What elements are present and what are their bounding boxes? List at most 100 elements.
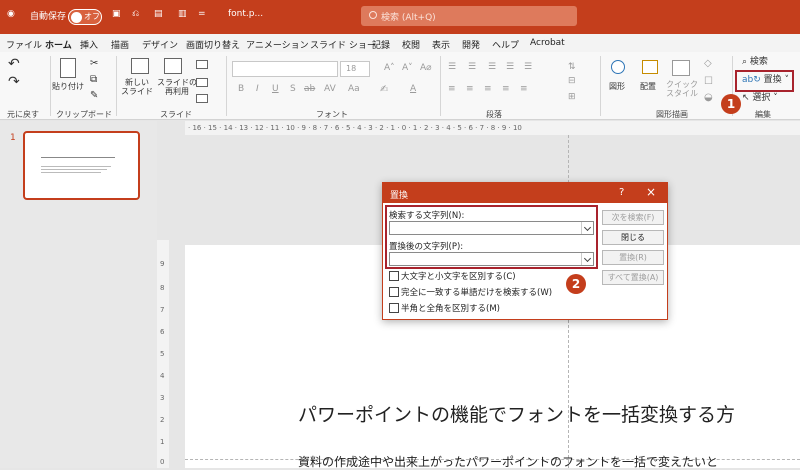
align-right-icon[interactable]: ≡ [484,84,492,94]
select-button[interactable]: ↖ 選択 ˅ [742,93,778,103]
font-name-box[interactable] [232,61,338,77]
match-case-checkbox[interactable]: 大文字と小文字を区別する(C) [389,270,516,282]
text-direction-icon[interactable]: ⇅ [568,62,576,72]
font-group-label: フォント [316,110,348,119]
tab-design[interactable]: デザイン [142,38,178,51]
tab-slideshow[interactable]: スライド ショー [310,38,376,51]
slide-title[interactable]: パワーポイントの機能でフォントを一括変換する方 [298,400,735,427]
clear-format-icon[interactable]: A⌀ [420,63,432,73]
slideshow-icon[interactable]: ▤ [154,9,163,19]
new-slide-button[interactable]: 新しい スライド [121,78,153,96]
quick-styles-button[interactable]: クイック スタイル [666,80,698,98]
help-icon[interactable]: ? [619,187,624,198]
cut-icon[interactable]: ✂ [90,58,98,70]
tab-acrobat[interactable]: Acrobat [530,38,565,48]
columns-icon[interactable]: ≡ [520,84,528,94]
grow-font-icon[interactable]: A˄ [384,63,395,73]
tab-developer[interactable]: 開発 [462,38,480,51]
save-icon[interactable]: ▣ [112,9,121,19]
justify-icon[interactable]: ≡ [502,84,510,94]
close-button[interactable]: 閉じる [602,230,664,245]
align-left-icon[interactable]: ≡ [448,84,456,94]
width-checkbox[interactable]: 半角と全角を区別する(M) [389,302,500,314]
find-icon: ⌕ [742,57,748,67]
reuse-slide-button[interactable]: スライドの 再利用 [157,78,197,96]
drawing-group-label: 図形描画 [656,110,688,119]
shape-fill-icon[interactable]: ◇ [704,58,712,70]
strikethrough-icon[interactable]: ab [304,84,315,94]
smartart-icon[interactable]: ⊞ [568,92,576,102]
font-color-icon[interactable]: A [410,84,416,94]
arrange-button[interactable]: 配置 [640,82,656,91]
line-spacing-icon[interactable]: ☰ [524,62,532,72]
numbering-icon[interactable]: ☰ [468,62,476,72]
ribbon-tabs: ファイル ホーム 挿入 描画 デザイン 画面切り替え アニメーション スライド … [0,34,800,54]
tab-file[interactable]: ファイル [6,38,42,51]
indent-increase-icon[interactable]: ☰ [506,62,514,72]
search-box[interactable]: 検索 (Alt+Q) [361,6,577,26]
customize-icon[interactable]: = [198,9,206,19]
underline-icon[interactable]: U [272,84,279,94]
quick-styles-icon[interactable] [672,60,690,76]
format-painter-icon[interactable]: ✎ [90,90,98,102]
indent-decrease-icon[interactable]: ☰ [488,62,496,72]
slide-body-text[interactable]: 資料の作成途中や出来上がったパワーポイントのフォントを一括で変えたいと [298,453,718,470]
editing-group-label: 編集 [755,110,771,119]
spacing-icon[interactable]: AV [324,84,336,94]
layout-icon[interactable] [196,60,208,69]
shape-effects-icon[interactable]: ◒ [704,92,713,104]
shrink-font-icon[interactable]: A˅ [402,63,413,73]
step-1-badge: 1 [721,94,741,114]
paste-button[interactable]: 貼り付け [52,82,84,91]
slide-thumbnail[interactable] [23,131,140,200]
autosave-label: 自動保存 [30,12,67,22]
reuse-slide-icon[interactable] [164,58,182,74]
tab-review[interactable]: 校閲 [402,38,420,51]
arrange-icon[interactable] [642,60,658,74]
copy-icon[interactable]: ⧉ [90,74,97,86]
shape-outline-icon[interactable]: ☐ [704,76,713,88]
font-size-box[interactable]: 18 [340,61,370,77]
chart-icon[interactable]: ▥ [178,9,187,19]
section-icon[interactable] [196,94,208,103]
bold-icon[interactable]: B [238,84,244,94]
dialog-title-bar: 置換 ? × [383,183,667,203]
shapes-icon[interactable] [611,60,625,74]
title-bar: ◉ 自動保存 オフ ▣ ⎌ ▤ ▥ = font.p... 検索 (Alt+Q) [0,0,800,34]
find-button[interactable]: ⌕ 検索 [742,57,768,67]
dialog-title: 置換 [390,191,409,201]
highlight-icon[interactable]: ✍ [380,84,388,96]
shapes-button[interactable]: 図形 [609,82,625,91]
app-icon: ◉ [7,9,15,19]
tab-help[interactable]: ヘルプ [492,38,519,51]
close-icon[interactable]: × [646,185,656,199]
vertical-ruler: 9 8 7 6 5 4 3 2 1 0 [157,240,169,468]
replace-all-button[interactable]: すべて置換(A) [602,270,664,285]
tab-draw[interactable]: 描画 [111,38,129,51]
align-center-icon[interactable]: ≡ [466,84,474,94]
shadow-icon[interactable]: S [290,84,296,94]
tab-transitions[interactable]: 画面切り替え [186,38,240,51]
find-next-button[interactable]: 次を検索(F) [602,210,664,225]
tab-record[interactable]: 記録 [372,38,390,51]
paste-icon[interactable] [60,58,76,78]
align-text-icon[interactable]: ⊟ [568,76,576,86]
inputs-highlight [385,205,598,269]
tab-insert[interactable]: 挿入 [80,38,98,51]
step-2-badge: 2 [566,274,586,294]
redo-icon[interactable]: ↷ [8,74,20,90]
undo-icon[interactable]: ⎌ [132,9,139,19]
undo-icon[interactable]: ↶ [8,56,20,72]
case-icon[interactable]: Aa [348,84,360,94]
replace-highlight [735,70,794,92]
tab-view[interactable]: 表示 [432,38,450,51]
autosave-toggle[interactable]: オフ [68,9,102,25]
reset-icon[interactable] [196,78,208,87]
new-slide-icon[interactable] [131,58,149,74]
bullets-icon[interactable]: ☰ [448,62,456,72]
replace-button-dialog[interactable]: 置換(R) [602,250,664,265]
whole-word-checkbox[interactable]: 完全に一致する単語だけを検索する(W) [389,286,552,298]
cursor-icon: ↖ [742,93,750,103]
italic-icon[interactable]: I [256,84,259,94]
tab-animations[interactable]: アニメーション [246,38,309,51]
